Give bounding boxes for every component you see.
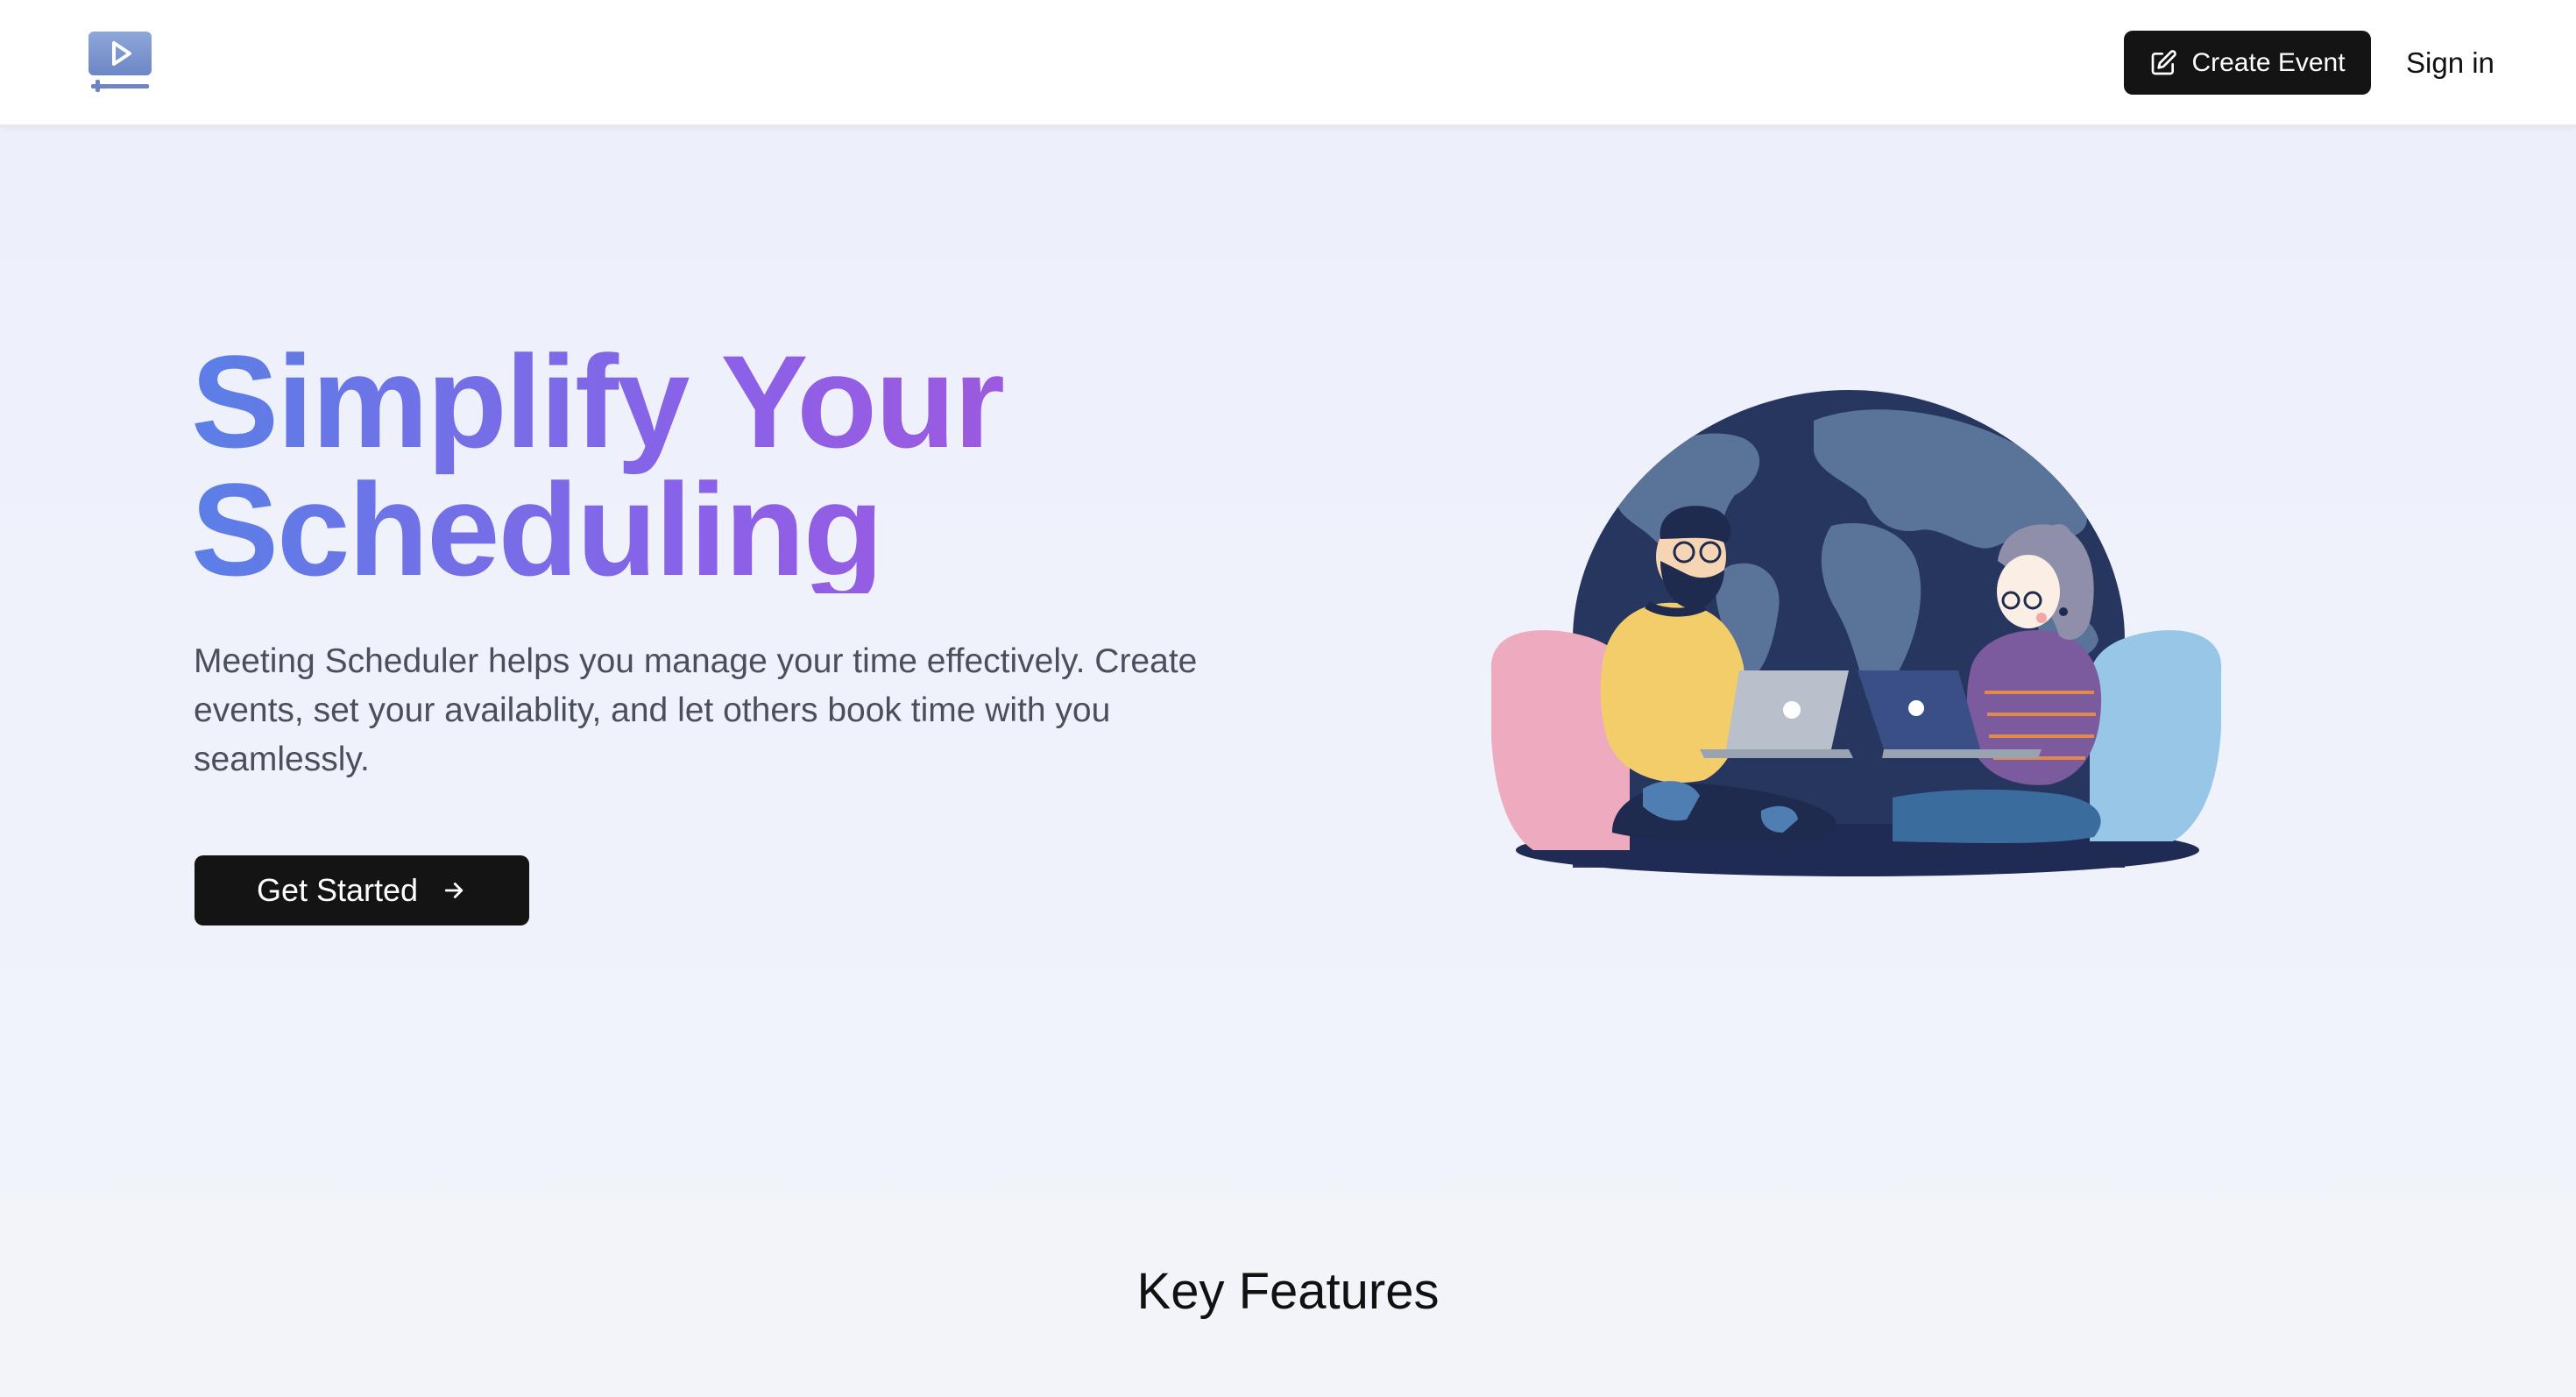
arrow-right-icon <box>441 877 467 904</box>
top-nav: Create Event Sign in <box>0 0 2576 127</box>
people-with-laptops-globe-illustration <box>1481 377 2234 885</box>
get-started-button[interactable]: Get Started <box>195 855 529 925</box>
page: Create Event Sign in Simplify Your Sched… <box>0 0 2576 1397</box>
create-event-label: Create Event <box>2191 47 2346 77</box>
hero-title-line2: Scheduling <box>191 456 882 603</box>
hero-description: Meeting Scheduler helps you manage your … <box>194 642 1198 778</box>
get-started-label: Get Started <box>256 872 419 908</box>
hero-title: Simplify Your Scheduling <box>191 337 1330 593</box>
create-event-button[interactable]: Create Event <box>2124 31 2371 95</box>
sign-in-link[interactable]: Sign in <box>2401 31 2500 95</box>
key-features-heading: Key Features <box>1136 1263 1440 1320</box>
edit-icon <box>2149 49 2177 77</box>
video-play-icon[interactable] <box>88 30 152 95</box>
hero-title-line1: Simplify Your <box>191 328 1003 475</box>
